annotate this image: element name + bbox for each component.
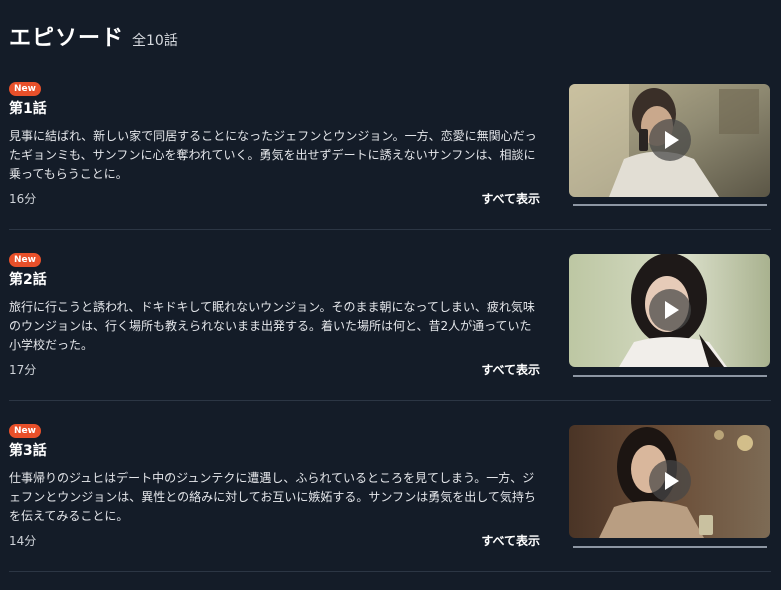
episode-title[interactable]: 第2話 — [9, 269, 47, 289]
episode-item[interactable]: New 第1話 見事に結ばれ、新しい家で同居することになったジェフンとウンジョン… — [0, 82, 781, 252]
episode-duration: 14分 — [9, 534, 37, 548]
episode-description: 仕事帰りのジュヒはデート中のジュンテクに遭遇し、ふられているところを見てしまう。… — [9, 471, 536, 523]
new-badge: New — [9, 82, 41, 96]
divider — [9, 400, 771, 401]
new-badge: New — [9, 253, 41, 267]
episode-title[interactable]: 第1話 — [9, 98, 47, 118]
episode-description: 旅行に行こうと誘われ、ドキドキして眠れないウンジョン。そのまま朝になってしまい、… — [9, 300, 535, 352]
watch-progress-bar — [573, 546, 767, 548]
episode-thumbnail[interactable] — [569, 84, 770, 197]
play-button[interactable] — [649, 289, 691, 331]
page-title: エピソード — [9, 26, 125, 51]
divider — [9, 229, 771, 230]
episode-thumbnail[interactable] — [569, 425, 770, 538]
episode-count: 全10話 — [132, 33, 178, 49]
episodes-header: エピソード 全10話 — [9, 20, 178, 52]
watch-progress-bar — [573, 204, 767, 206]
episode-item[interactable]: New 第3話 仕事帰りのジュヒはデート中のジュンテクに遭遇し、ふられているとこ… — [0, 424, 781, 590]
play-icon — [665, 131, 679, 149]
episode-duration: 16分 — [9, 192, 37, 206]
episode-duration: 17分 — [9, 363, 37, 377]
divider — [9, 571, 771, 572]
show-all-button[interactable]: すべて表示 — [481, 361, 540, 378]
new-badge: New — [9, 424, 41, 438]
episode-info: New 第2話 旅行に行こうと誘われ、ドキドキして眠れないウンジョン。そのまま朝… — [9, 253, 543, 383]
episode-info: New 第3話 仕事帰りのジュヒはデート中のジュンテクに遭遇し、ふられているとこ… — [9, 424, 543, 554]
show-all-button[interactable]: すべて表示 — [481, 532, 540, 549]
episode-page: エピソード 全10話 New 第1話 見事に結ばれ、新しい家で同居することになっ… — [0, 0, 781, 590]
episode-item[interactable]: New 第2話 旅行に行こうと誘われ、ドキドキして眠れないウンジョン。そのまま朝… — [0, 253, 781, 423]
episode-thumbnail[interactable] — [569, 254, 770, 367]
play-icon — [665, 301, 679, 319]
episode-info: New 第1話 見事に結ばれ、新しい家で同居することになったジェフンとウンジョン… — [9, 82, 543, 212]
watch-progress-bar — [573, 375, 767, 377]
play-icon — [665, 472, 679, 490]
play-button[interactable] — [649, 460, 691, 502]
play-button[interactable] — [649, 119, 691, 161]
episode-description: 見事に結ばれ、新しい家で同居することになったジェフンとウンジョン。一方、恋愛に無… — [9, 129, 537, 181]
show-all-button[interactable]: すべて表示 — [481, 190, 540, 207]
episode-title[interactable]: 第3話 — [9, 440, 47, 460]
